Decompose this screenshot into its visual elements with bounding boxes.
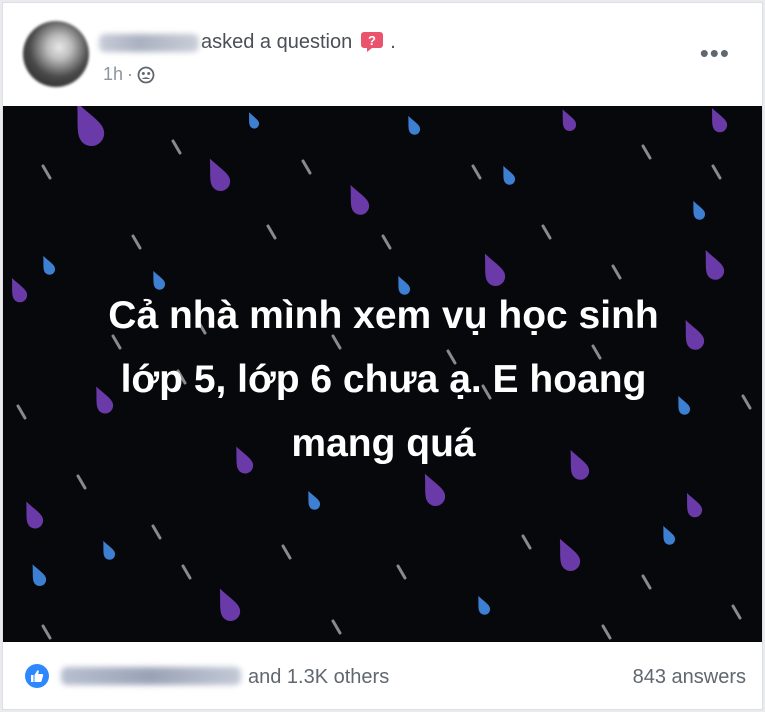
raindrop-12	[559, 538, 581, 572]
raindrop-11	[26, 501, 44, 529]
rain-dash-22	[41, 624, 52, 640]
rain-dash-12	[16, 404, 27, 420]
raindrop-28	[562, 109, 577, 131]
raindrop-16	[408, 115, 421, 135]
rain-dash-1	[171, 139, 182, 155]
rain-dash-26	[711, 164, 722, 180]
post-header: asked a question ? . 1h · •••	[3, 3, 762, 106]
rain-dash-15	[741, 394, 752, 410]
rain-dash-4	[641, 144, 652, 160]
rain-dash-19	[521, 534, 532, 550]
rain-dash-8	[611, 264, 622, 280]
raindrop-18	[693, 200, 706, 220]
raindrop-24	[663, 525, 676, 545]
rain-dash-5	[131, 234, 142, 250]
rain-dash-7	[541, 224, 552, 240]
answers-count[interactable]: 843 answers	[633, 666, 746, 689]
rain-dash-17	[281, 544, 292, 560]
rain-dash-25	[731, 604, 742, 620]
post-background: Cả nhà mình xem vụ học sinh lớp 5, lớp 6…	[3, 106, 762, 642]
raindrop-27	[248, 112, 260, 129]
raindrop-19	[43, 255, 56, 275]
question-bubble-icon: ?	[360, 31, 384, 52]
rain-dash-18	[396, 564, 407, 580]
reactions-summary[interactable]: and 1.3K others	[248, 666, 389, 689]
post-action-text: asked a question	[201, 31, 353, 53]
question-post-card: asked a question ? . 1h · ••• Cả nhà mìn…	[2, 2, 763, 710]
author-avatar[interactable]	[23, 21, 89, 87]
rain-dash-30	[381, 234, 392, 250]
author-line: asked a question ? .	[99, 31, 396, 54]
raindrop-13	[219, 588, 241, 622]
rain-dash-29	[151, 524, 162, 540]
raindrop-17	[503, 165, 516, 185]
raindrop-25	[32, 564, 47, 586]
rain-dash-6	[266, 224, 277, 240]
raindrop-29	[711, 107, 728, 133]
author-name-redacted[interactable]	[99, 33, 199, 52]
rain-dash-16	[76, 474, 87, 490]
svg-text:?: ?	[368, 33, 376, 48]
meta-separator: ·	[127, 64, 134, 84]
rain-dash-21	[181, 564, 192, 580]
rain-dash-0	[41, 164, 52, 180]
raindrop-23	[103, 540, 116, 560]
trailing-dot: .	[390, 31, 396, 53]
like-reaction-icon[interactable]	[25, 664, 49, 688]
rain-dash-3	[471, 164, 482, 180]
rain-dash-20	[641, 574, 652, 590]
raindrop-14	[686, 492, 703, 518]
raindrop-22	[308, 490, 321, 510]
post-body-text: Cả nhà mình xem vụ học sinh lớp 5, lớp 6…	[108, 294, 659, 465]
more-options-icon[interactable]: •••	[700, 40, 730, 66]
rain-dash-2	[301, 159, 312, 175]
raindrop-2	[350, 185, 370, 215]
raindrop-26	[478, 595, 491, 615]
raindrop-1	[209, 158, 231, 192]
raindrop-4	[705, 250, 725, 280]
rain-dash-23	[331, 619, 342, 635]
post-meta: 1h ·	[103, 64, 155, 85]
rain-dash-24	[601, 624, 612, 640]
post-time[interactable]: 1h	[103, 64, 123, 85]
reactor-name-redacted[interactable]	[61, 667, 241, 685]
friends-privacy-icon[interactable]	[137, 66, 155, 84]
post-footer: and 1.3K others 843 answers	[3, 642, 762, 709]
raindrop-0	[77, 106, 105, 147]
raindrop-5	[11, 277, 28, 303]
